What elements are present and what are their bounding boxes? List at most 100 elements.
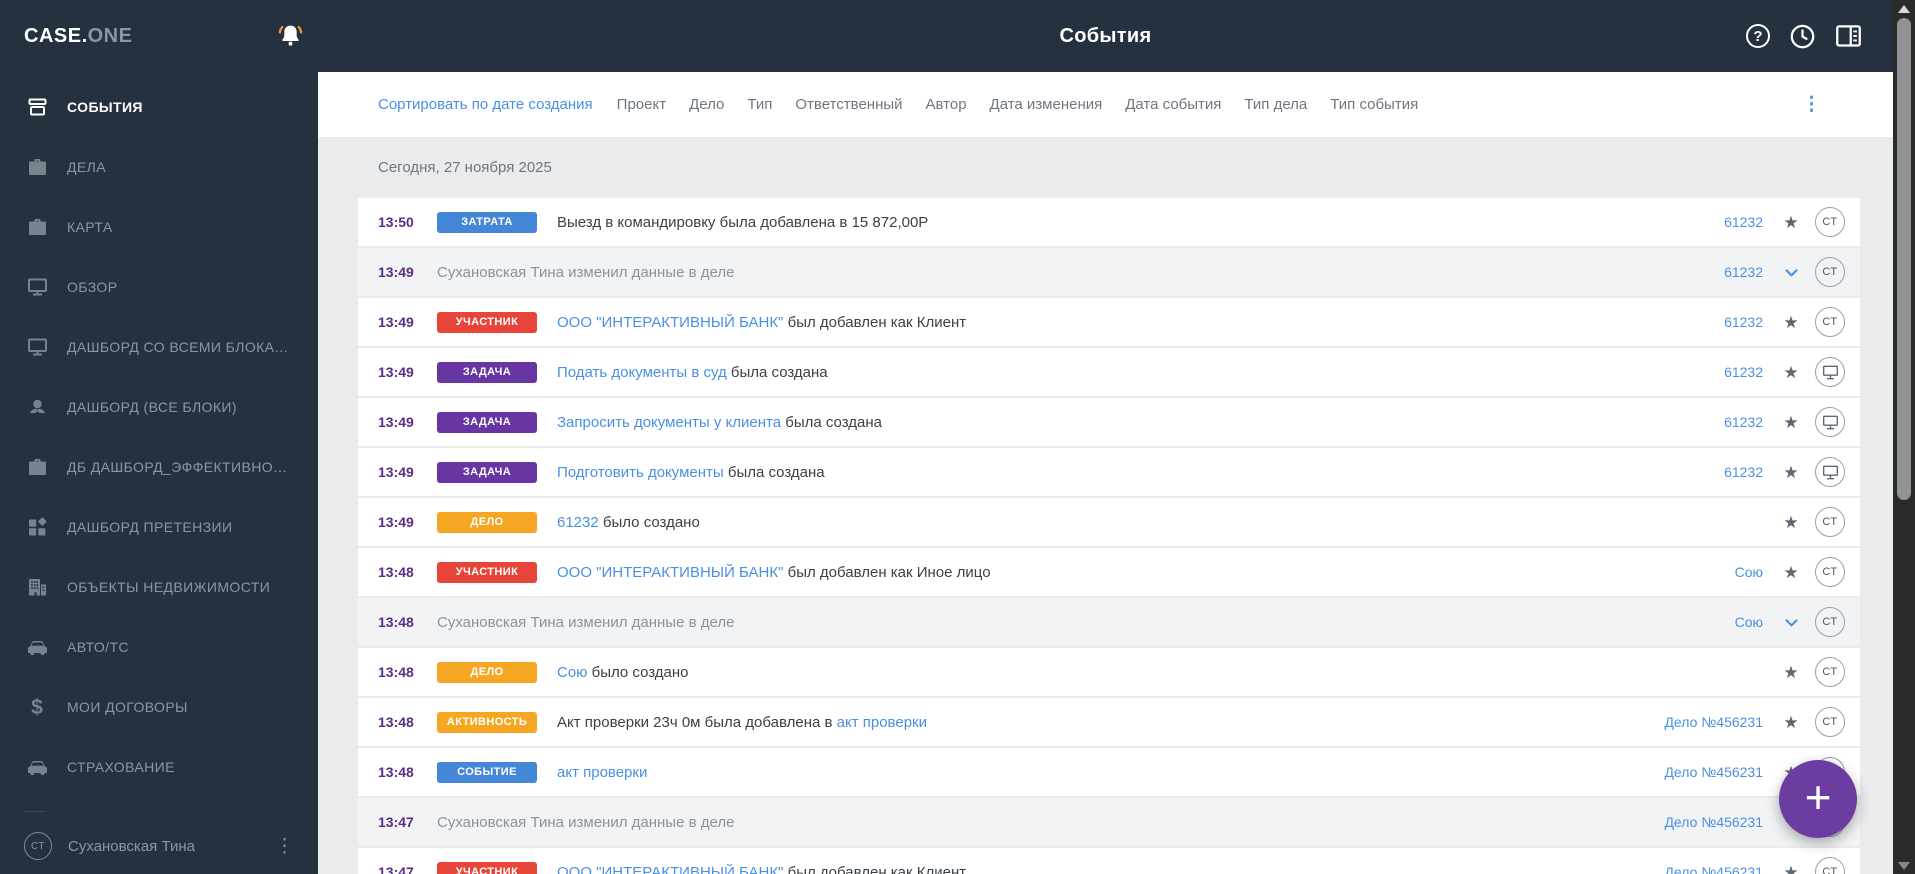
event-time: 13:47 bbox=[378, 864, 414, 874]
case-link[interactable]: Дело №456231 bbox=[1664, 764, 1763, 780]
sidebar-item-real-estate[interactable]: ОБЪЕКТЫ НЕДВИЖИМОСТИ bbox=[0, 557, 318, 617]
favorite-star-icon[interactable]: ★ bbox=[1779, 864, 1803, 874]
sidebar-item-dashboard-all-blocks[interactable]: ДАШБОРД (ВСЕ БЛОКИ) bbox=[0, 377, 318, 437]
case-link[interactable]: 61232 bbox=[1724, 214, 1763, 230]
favorite-star-icon[interactable]: ★ bbox=[1779, 564, 1803, 581]
favorite-star-icon[interactable]: ★ bbox=[1779, 714, 1803, 731]
event-entity-link[interactable]: ООО "ИНТЕРАКТИВНЫЙ БАНК" bbox=[557, 564, 783, 581]
sidebar-item-dashboard-claims[interactable]: ДАШБОРД ПРЕТЕНЗИИ bbox=[0, 497, 318, 557]
favorite-star-icon[interactable]: ★ bbox=[1779, 414, 1803, 431]
event-time: 13:49 bbox=[378, 264, 414, 280]
event-entity-link[interactable]: ООО "ИНТЕРАКТИВНЫЙ БАНК" bbox=[557, 314, 783, 331]
sidebar-item-dashboard-with-all-blocks[interactable]: ДАШБОРД СО ВСЕМИ БЛОКА… bbox=[0, 317, 318, 377]
favorite-star-icon[interactable]: ★ bbox=[1779, 314, 1803, 331]
favorite-star-icon[interactable]: ★ bbox=[1779, 464, 1803, 481]
event-row[interactable]: 13:48 Сухановская Тина изменил данные в … bbox=[358, 598, 1860, 646]
event-time: 13:49 bbox=[378, 414, 414, 430]
filter-more-kebab-icon[interactable]: ⋮ bbox=[1802, 95, 1821, 114]
event-row[interactable]: 13:49 Сухановская Тина изменил данные в … bbox=[358, 248, 1860, 296]
event-text-part: Акт проверки 23ч 0м была добавлена в bbox=[557, 713, 837, 731]
event-text-part: было создано bbox=[598, 513, 700, 531]
sort-by-created-date[interactable]: Сортировать по дате создания bbox=[378, 96, 593, 113]
event-entity-link[interactable]: Подготовить документы bbox=[557, 464, 724, 481]
filter-item[interactable]: Ответственный bbox=[795, 96, 902, 113]
event-row[interactable]: 13:47 УЧАСТНИК ООО "ИНТЕРАКТИВНЫЙ БАНК" … bbox=[358, 848, 1860, 874]
notifications-bell-icon[interactable] bbox=[277, 22, 304, 51]
sidebar-item-auto[interactable]: АВТО/ТС bbox=[0, 617, 318, 677]
add-event-fab[interactable]: + bbox=[1779, 760, 1857, 838]
sidebar-item-db-dashboard-efficiency[interactable]: ДБ ДАШБОРД_ЭФФЕКТИВНО… bbox=[0, 437, 318, 497]
user-menu-kebab-icon[interactable]: ⋮ bbox=[271, 837, 298, 856]
event-row[interactable]: 13:48 УЧАСТНИК ООО "ИНТЕРАКТИВНЫЙ БАНК" … bbox=[358, 548, 1860, 596]
event-row[interactable]: 13:48 АКТИВНОСТЬ Акт проверки 23ч 0м был… bbox=[358, 698, 1860, 746]
filter-item[interactable]: Дело bbox=[689, 96, 724, 113]
case-link[interactable]: 61232 bbox=[1724, 414, 1763, 430]
flower-icon bbox=[24, 395, 50, 419]
event-type-badge: ДЕЛО bbox=[437, 661, 537, 683]
history-icon[interactable] bbox=[1789, 23, 1816, 50]
event-row[interactable]: 13:50 ЗАТРАТА Выезд в командировку была … bbox=[358, 198, 1860, 246]
help-icon[interactable]: ? bbox=[1746, 24, 1770, 48]
filter-item[interactable]: Тип дела bbox=[1244, 96, 1307, 113]
briefcase-icon bbox=[24, 215, 50, 239]
favorite-star-icon[interactable]: ★ bbox=[1779, 514, 1803, 531]
sidebar-item-cases[interactable]: ДЕЛА bbox=[0, 137, 318, 197]
filter-item[interactable]: Тип bbox=[747, 96, 772, 113]
chevron-down-icon[interactable] bbox=[1779, 614, 1803, 631]
event-row[interactable]: 13:49 ЗАДАЧА Подать документы в суд была… bbox=[358, 348, 1860, 396]
filter-item[interactable]: Проект bbox=[617, 96, 666, 113]
case-link[interactable]: Дело №456231 bbox=[1664, 714, 1763, 730]
favorite-star-icon[interactable]: ★ bbox=[1779, 214, 1803, 231]
filter-item[interactable]: Дата события bbox=[1125, 96, 1221, 113]
event-row[interactable]: 13:49 ДЕЛО 61232 было создано ★ СТ bbox=[358, 498, 1860, 546]
sidebar-item-my-contracts[interactable]: $ МОИ ДОГОВОРЫ bbox=[0, 677, 318, 737]
sidebar-item-events[interactable]: СОБЫТИЯ bbox=[0, 77, 318, 137]
event-row[interactable]: 13:49 УЧАСТНИК ООО "ИНТЕРАКТИВНЫЙ БАНК" … bbox=[358, 298, 1860, 346]
case-link[interactable]: 61232 bbox=[1724, 264, 1763, 280]
user-name: Сухановская Тина bbox=[68, 837, 195, 855]
filter-item[interactable]: Тип события bbox=[1330, 96, 1418, 113]
event-time: 13:50 bbox=[378, 214, 414, 230]
scroll-up-arrow-icon[interactable] bbox=[1898, 5, 1910, 13]
event-entity-link[interactable]: акт проверки bbox=[557, 764, 647, 781]
event-entity-link[interactable]: Запросить документы у клиента bbox=[557, 414, 781, 431]
event-row[interactable]: 13:49 ЗАДАЧА Запросить документы у клиен… bbox=[358, 398, 1860, 446]
event-entity-link[interactable]: Подать документы в суд bbox=[557, 364, 727, 381]
author-avatar: СТ bbox=[1815, 207, 1845, 237]
case-link[interactable]: Сою bbox=[1735, 614, 1763, 630]
case-link[interactable]: 61232 bbox=[1724, 314, 1763, 330]
case-link[interactable]: Дело №456231 bbox=[1664, 864, 1763, 874]
case-link[interactable]: 61232 bbox=[1724, 464, 1763, 480]
event-row[interactable]: 13:48 СОБЫТИЕ акт проверки Дело №456231 … bbox=[358, 748, 1860, 796]
event-entity-link[interactable]: Сою bbox=[557, 664, 587, 681]
event-list: 13:50 ЗАТРАТА Выезд в командировку была … bbox=[318, 198, 1893, 874]
event-row[interactable]: 13:47 Сухановская Тина изменил данные в … bbox=[358, 798, 1860, 846]
event-entity-link[interactable]: акт проверки bbox=[837, 714, 927, 731]
scrollbar-thumb[interactable] bbox=[1897, 18, 1911, 500]
event-entity-link[interactable]: ООО "ИНТЕРАКТИВНЫЙ БАНК" bbox=[557, 864, 783, 874]
favorite-star-icon[interactable]: ★ bbox=[1779, 364, 1803, 381]
case-link[interactable]: 61232 bbox=[1724, 364, 1763, 380]
event-text: 61232 было создано bbox=[557, 514, 700, 531]
event-row[interactable]: 13:48 ДЕЛО Сою было создано ★ СТ bbox=[358, 648, 1860, 696]
sidebar-item-overview[interactable]: ОБЗОР bbox=[0, 257, 318, 317]
car-icon bbox=[24, 755, 50, 779]
date-group-header: Сегодня, 27 ноября 2025 bbox=[378, 159, 552, 176]
scrollbar[interactable] bbox=[1893, 0, 1915, 874]
event-entity-link[interactable]: 61232 bbox=[557, 514, 599, 531]
scroll-down-arrow-icon[interactable] bbox=[1898, 862, 1910, 870]
events-main: Сортировать по дате создания Проект Дело Т… bbox=[318, 72, 1893, 874]
user-profile[interactable]: СТ Сухановская Тина ⋮ bbox=[0, 832, 318, 860]
sidebar-item-map[interactable]: КАРТА bbox=[0, 197, 318, 257]
favorite-star-icon[interactable]: ★ bbox=[1779, 664, 1803, 681]
filter-item[interactable]: Дата изменения bbox=[990, 96, 1103, 113]
event-row[interactable]: 13:49 ЗАДАЧА Подготовить документы была … bbox=[358, 448, 1860, 496]
layout-panel-icon[interactable] bbox=[1835, 24, 1862, 49]
sidebar-item-insurance[interactable]: СТРАХОВАНИЕ bbox=[0, 737, 318, 797]
case-link[interactable]: Сою bbox=[1735, 564, 1763, 580]
case-link[interactable]: Дело №456231 bbox=[1664, 814, 1763, 830]
filter-item[interactable]: Автор bbox=[926, 96, 967, 113]
chevron-down-icon[interactable] bbox=[1779, 264, 1803, 281]
event-type-badge: ЗАДАЧА bbox=[437, 411, 537, 433]
sidebar-item-label: АВТО/ТС bbox=[67, 639, 129, 655]
